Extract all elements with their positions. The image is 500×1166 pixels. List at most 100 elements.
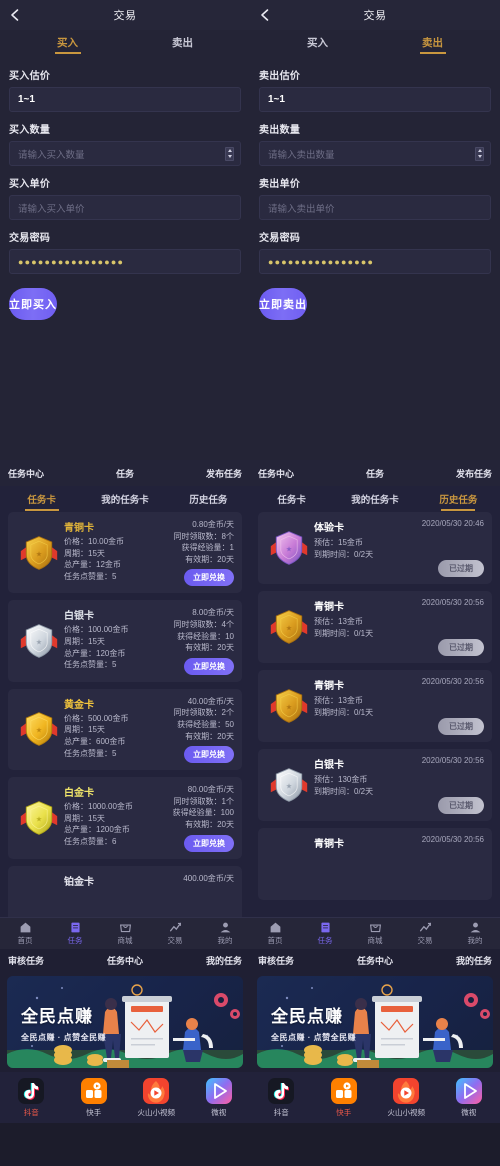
card-details: 黄金卡 价格：500.00金币 周期：15天 总产量：600金币 任务点赞量：5 (62, 696, 152, 763)
status-badge[interactable]: 已过期 (438, 639, 484, 656)
redeem-button[interactable]: 立即兑换 (184, 569, 234, 587)
tab-buy[interactable]: 买入 (260, 35, 375, 54)
task-card-list[interactable]: ★ 青铜卡 价格：10.00金币 周期：15天 总产量：12金币 任务点赞量：5 0.… (0, 512, 250, 917)
quantity-stepper[interactable] (475, 146, 484, 161)
app-item-抖音[interactable]: 抖音 (0, 1078, 63, 1118)
tab-my-task-card[interactable]: 我的任务卡 (83, 488, 166, 511)
app-item-label: 快手 (336, 1108, 352, 1117)
nav-item-任务[interactable]: 任务 (300, 918, 350, 949)
app-item-label: 抖音 (23, 1108, 39, 1117)
redeem-button[interactable]: 立即兑换 (184, 834, 234, 852)
history-card[interactable]: ★ 体验卡 预估：15金币 到期时间：0/2天 2020/05/30 20:46 … (258, 512, 492, 584)
card-details: 体验卡 预估：15金币 到期时间：0/2天 (312, 519, 388, 577)
card-attr: 预估：130金币 (314, 775, 368, 784)
card-medal-icon: ★ (16, 519, 62, 586)
tab-history-task[interactable]: 历史任务 (417, 488, 500, 511)
card-stat: 有效期：20天 (185, 819, 234, 829)
sell-now-button[interactable]: 立即卖出 (259, 288, 307, 320)
svg-text:★: ★ (36, 549, 43, 558)
task-card[interactable]: ★ 青铜卡 价格：10.00金币 周期：15天 总产量：12金币 任务点赞量：5 0.… (8, 512, 242, 594)
nav-item-我的[interactable]: 我的 (450, 918, 500, 949)
app-item-微视[interactable]: 微视 (188, 1078, 251, 1118)
redeem-button[interactable]: 立即兑换 (184, 746, 234, 764)
nav-item-首页[interactable]: 首页 (250, 918, 300, 949)
my-task-link[interactable]: 我的任务 (184, 954, 242, 967)
card-meta: 2020/05/30 20:46 已过期 (388, 519, 484, 577)
publish-task-link[interactable]: 发布任务 (184, 467, 242, 480)
nav-item-交易[interactable]: 交易 (150, 918, 200, 949)
nav-item-商城[interactable]: 商城 (350, 918, 400, 949)
task-card[interactable]: ★ 黄金卡 价格：500.00金币 周期：15天 总产量：600金币 任务点赞量：5 … (8, 688, 242, 771)
history-card[interactable]: ★ 青铜卡 预估：13金币 到期时间：0/1天 2020/05/30 20:56 … (258, 670, 492, 742)
field-estimate: 1~1 (259, 87, 491, 112)
field-password[interactable]: ●●●●●●●●●●●●●●●● (259, 249, 491, 274)
history-card[interactable]: ★ 青铜卡 预估：13金币 到期时间：0/1天 2020/05/30 20:56 … (258, 591, 492, 663)
field-quantity[interactable]: 请输入买入数量 (9, 141, 241, 166)
nav-item-我的[interactable]: 我的 (200, 918, 250, 949)
douyin-icon (18, 1078, 45, 1104)
tab-sell[interactable]: 卖出 (125, 35, 240, 54)
app-item-火山小视频[interactable]: 火山小视频 (125, 1078, 188, 1118)
app-item-快手[interactable]: 快手 (63, 1078, 126, 1118)
tab-history-task[interactable]: 历史任务 (167, 488, 250, 511)
field-quantity[interactable]: 请输入卖出数量 (259, 141, 491, 166)
card-stat: 获得经验量：100 (172, 808, 234, 818)
status-badge[interactable]: 已过期 (438, 797, 484, 814)
tab-sell[interactable]: 卖出 (375, 35, 490, 54)
redeem-button[interactable]: 立即兑换 (184, 657, 234, 675)
app-item-火山小视频[interactable]: 火山小视频 (375, 1078, 438, 1118)
sub-header-right: 审核任务 任务中心 我的任务 (250, 949, 500, 971)
review-task-link[interactable]: 审核任务 (8, 954, 66, 967)
task-card-partial[interactable]: 铂金卡 400.00金币/天 (8, 865, 242, 917)
app-item-label: 火山小视频 (387, 1108, 426, 1117)
nav-item-首页[interactable]: 首页 (0, 918, 50, 949)
tab-buy[interactable]: 买入 (10, 35, 125, 54)
history-card-partial[interactable]: 青铜卡 2020/05/30 20:56 (258, 828, 492, 900)
card-attr: 到期时间：0/1天 (314, 708, 374, 717)
status-badge[interactable]: 已过期 (438, 560, 484, 577)
quantity-stepper[interactable] (225, 146, 234, 161)
promo-banner[interactable]: 全民点赚 全民点赚 · 点赞全民赚 (257, 976, 493, 1068)
card-name: 青铜卡 (314, 839, 344, 850)
field-label-quantity: 买入数量 (9, 125, 51, 136)
card-medal-icon: ★ (16, 607, 62, 674)
field-label-estimate: 卖出估价 (259, 71, 301, 82)
card-timestamp: 2020/05/30 20:46 (421, 519, 484, 528)
card-name: 铂金卡 (64, 876, 94, 888)
promo-banner[interactable]: 全民点赚 全民点赚 · 点赞全民赚 (7, 976, 243, 1068)
nav-item-label: 我的 (467, 936, 483, 945)
task-card[interactable]: ★ 白银卡 价格：100.00金币 周期：15天 总产量：120金币 任务点赞量：5 … (8, 600, 242, 682)
app-item-微视[interactable]: 微视 (438, 1078, 500, 1118)
task-center-link[interactable]: 任务中心 (8, 467, 66, 480)
tab-my-task-card[interactable]: 我的任务卡 (333, 488, 416, 511)
field-unitprice[interactable]: 请输入卖出单价 (259, 195, 491, 220)
chevron-left-icon[interactable] (8, 8, 22, 22)
task-card[interactable]: ★ 白金卡 价格：1000.00金币 周期：15天 总产量：1200金币 任务点赞量：… (8, 777, 242, 859)
tab-task-card[interactable]: 任务卡 (250, 488, 333, 511)
card-medal-icon: ★ (266, 677, 312, 735)
buy-now-button[interactable]: 立即买入 (9, 288, 57, 320)
chevron-left-icon[interactable] (258, 8, 272, 22)
nav-item-交易[interactable]: 交易 (400, 918, 450, 949)
my-task-link[interactable]: 我的任务 (434, 954, 492, 967)
weishi-icon (205, 1078, 232, 1104)
card-details: 青铜卡 价格：10.00金币 周期：15天 总产量：12金币 任务点赞量：5 (62, 519, 152, 586)
review-task-link[interactable]: 审核任务 (258, 954, 316, 967)
svg-text:★: ★ (36, 814, 43, 823)
task-center-link[interactable]: 任务中心 (258, 467, 316, 480)
page-title: 交易 (363, 10, 387, 22)
nav-item-商城[interactable]: 商城 (100, 918, 150, 949)
field-password[interactable]: ●●●●●●●●●●●●●●●● (9, 249, 241, 274)
history-task-list[interactable]: ★ 体验卡 预估：15金币 到期时间：0/2天 2020/05/30 20:46 … (250, 512, 500, 917)
publish-task-link[interactable]: 发布任务 (434, 467, 492, 480)
history-card[interactable]: ★ 白银卡 预估：130金币 到期时间：0/2天 2020/05/30 20:56… (258, 749, 492, 821)
app-item-快手[interactable]: 快手 (313, 1078, 376, 1118)
status-badge[interactable]: 已过期 (438, 718, 484, 735)
app-icon-row: 抖音 快手 火山小视频 微视 抖音 快手 火山小视频 微视 (0, 1072, 500, 1123)
app-pane-right: 抖音 快手 火山小视频 微视 (250, 1072, 500, 1123)
tab-task-card[interactable]: 任务卡 (0, 488, 83, 511)
card-medal-icon: ★ (266, 519, 312, 577)
field-unitprice[interactable]: 请输入买入单价 (9, 195, 241, 220)
app-item-抖音[interactable]: 抖音 (250, 1078, 313, 1118)
nav-item-任务[interactable]: 任务 (50, 918, 100, 949)
